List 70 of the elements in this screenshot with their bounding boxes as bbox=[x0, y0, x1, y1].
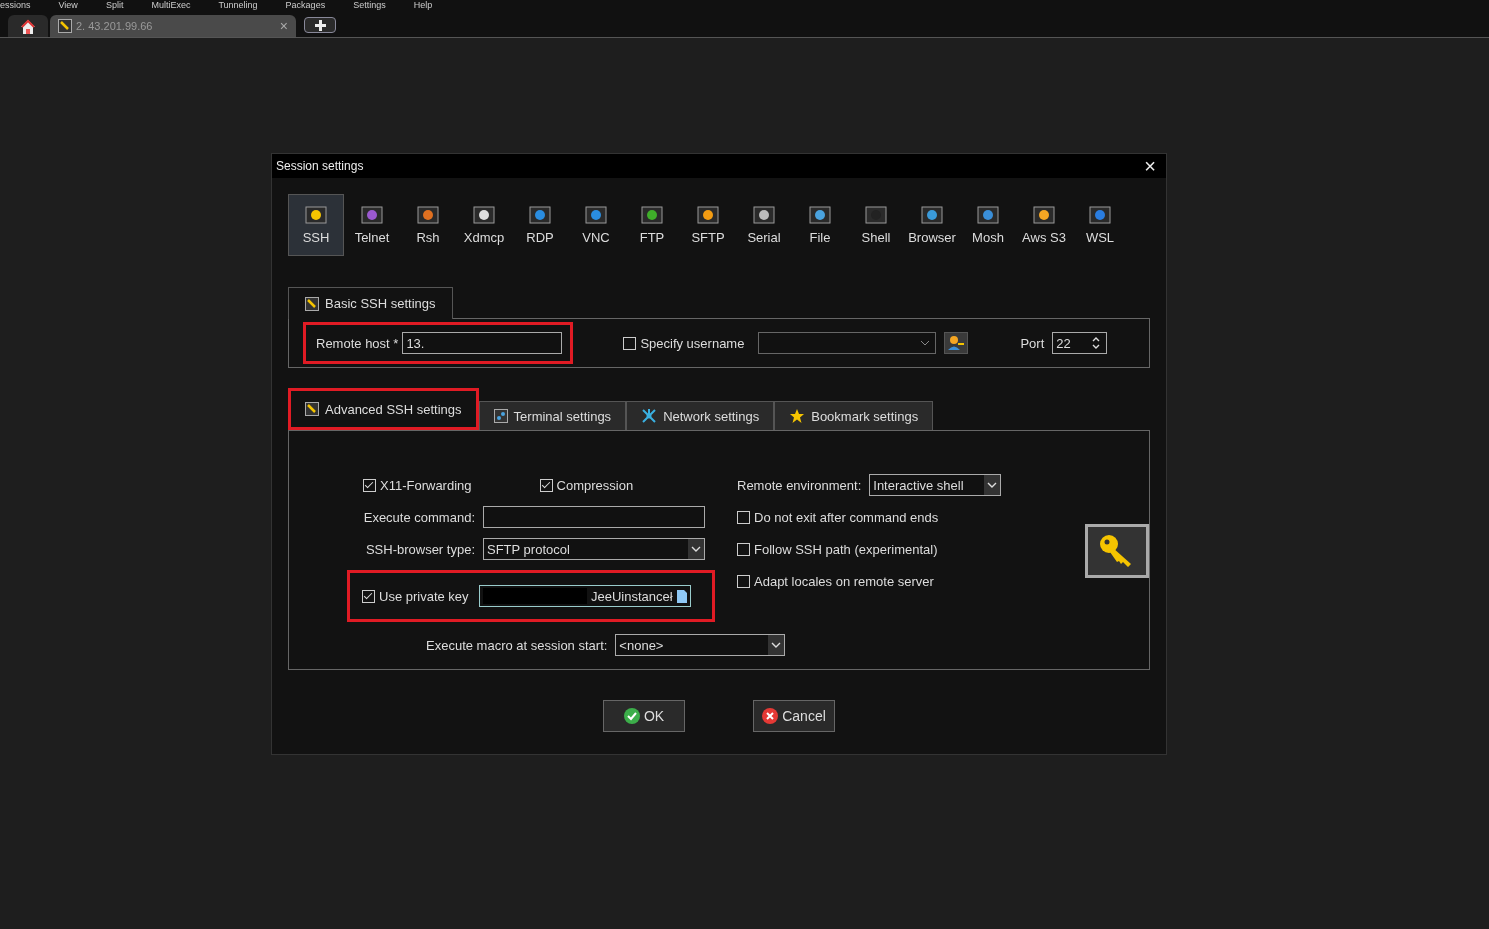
field-label: Remote host * bbox=[316, 335, 399, 351]
session-type-button[interactable]: File bbox=[792, 194, 848, 256]
dropdown[interactable]: Interactive shell bbox=[869, 474, 1002, 496]
settings-tab[interactable]: Bookmark settings bbox=[774, 401, 934, 430]
menu-item[interactable]: MultiExec bbox=[151, 0, 191, 10]
spinner-arrows-icon[interactable] bbox=[1092, 336, 1101, 350]
chevron-down-icon bbox=[688, 539, 704, 559]
settings-tab[interactable]: Terminal settings bbox=[478, 401, 627, 430]
session-type-button[interactable]: VNC bbox=[568, 194, 624, 256]
key-button[interactable] bbox=[1085, 524, 1149, 578]
menu-item[interactable]: essions bbox=[0, 0, 31, 10]
menu-item[interactable]: Packages bbox=[285, 0, 326, 10]
checkbox[interactable]: Follow SSH path (experimental) bbox=[737, 541, 938, 557]
menu-item[interactable]: Help bbox=[413, 0, 433, 10]
session-type-button[interactable]: Mosh bbox=[960, 194, 1016, 256]
session-type-button[interactable]: SFTP bbox=[680, 194, 736, 256]
settings-tab[interactable]: Network settings bbox=[626, 401, 775, 430]
menu-item[interactable]: Settings bbox=[353, 0, 386, 10]
session-tab[interactable]: 2. 43.201.99.66 × bbox=[50, 15, 296, 37]
field-label: Remote environment: bbox=[737, 477, 862, 493]
session-type-button[interactable]: Rsh bbox=[400, 194, 456, 256]
chevron-down-icon bbox=[768, 635, 785, 655]
field-label: Execute macro at session start: bbox=[426, 637, 608, 653]
port-spinner[interactable]: 22 bbox=[1052, 332, 1108, 354]
check-icon bbox=[623, 708, 640, 724]
checkbox[interactable]: Use private key bbox=[362, 588, 469, 604]
network-icon bbox=[641, 408, 658, 424]
session-type-button[interactable]: Shell bbox=[848, 194, 904, 256]
input-field[interactable]: JeeUinstanceł bbox=[478, 585, 691, 607]
session-type-button[interactable]: WSL bbox=[1072, 194, 1128, 256]
session-type-button[interactable]: Browser bbox=[904, 194, 960, 256]
home-tab[interactable] bbox=[8, 15, 48, 37]
new-tab-button[interactable] bbox=[304, 17, 336, 33]
input-field[interactable] bbox=[483, 506, 705, 528]
ok-button[interactable]: OK bbox=[603, 700, 685, 732]
close-tab-button[interactable]: × bbox=[279, 18, 288, 34]
field-label: Execute command: bbox=[363, 509, 475, 525]
session-type-button[interactable]: Aws S3 bbox=[1016, 194, 1072, 256]
chevron-down-icon bbox=[984, 475, 1001, 495]
user-key-icon[interactable] bbox=[944, 332, 969, 354]
menu-item[interactable]: View bbox=[58, 0, 78, 10]
checkbox[interactable]: Compression bbox=[539, 477, 634, 493]
session-type-button[interactable]: SSH bbox=[288, 194, 344, 256]
dropdown[interactable]: SFTP protocol bbox=[483, 538, 705, 560]
session-type-button[interactable]: RDP bbox=[512, 194, 568, 256]
section-tab[interactable]: Basic SSH settings bbox=[288, 287, 453, 319]
chevron-down-icon bbox=[920, 340, 931, 346]
menu-item[interactable]: Tunneling bbox=[218, 0, 258, 10]
checkbox[interactable]: Do not exit after command ends bbox=[737, 509, 939, 525]
dropdown[interactable]: <none> bbox=[615, 634, 786, 656]
session-type-button[interactable]: Serial bbox=[736, 194, 792, 256]
file-icon[interactable] bbox=[676, 589, 687, 603]
field-label: Port bbox=[1020, 335, 1045, 351]
house-icon bbox=[20, 18, 36, 34]
session-type-button[interactable]: Xdmcp bbox=[456, 194, 512, 256]
close-button[interactable]: × bbox=[1138, 154, 1162, 178]
close-icon bbox=[762, 708, 779, 724]
settings-tab[interactable]: Advanced SSH settings bbox=[288, 388, 479, 430]
session-type-button[interactable]: FTP bbox=[624, 194, 680, 256]
checkbox[interactable]: X11-Forwarding bbox=[363, 477, 472, 493]
plus-icon bbox=[314, 19, 326, 31]
field-label: SSH-browser type: bbox=[364, 541, 475, 557]
checkbox[interactable]: Adapt locales on remote server bbox=[737, 573, 934, 589]
menu-item[interactable]: Split bbox=[105, 0, 124, 10]
star-icon bbox=[789, 408, 806, 424]
session-type-button[interactable]: Telnet bbox=[344, 194, 400, 256]
input-field[interactable]: 13. bbox=[402, 332, 563, 354]
cancel-button[interactable]: Cancel bbox=[753, 700, 835, 732]
checkbox[interactable]: Specify username bbox=[623, 335, 745, 351]
window-title: Session settings bbox=[276, 159, 364, 173]
